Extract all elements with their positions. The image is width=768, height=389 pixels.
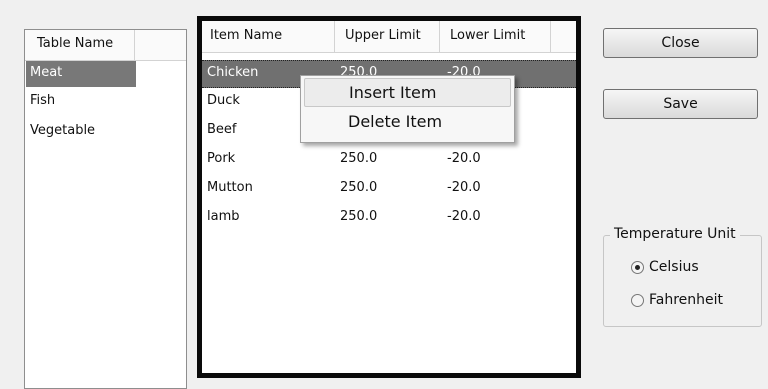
list-item-vegetable[interactable]: Vegetable — [26, 119, 136, 145]
upper-limit-column-header[interactable]: Upper Limit — [335, 21, 440, 52]
lower-limit-column-header[interactable]: Lower Limit — [440, 21, 551, 52]
items-table-header: Item Name Upper Limit Lower Limit — [202, 21, 576, 53]
upper-limit-cell: 250.0 — [340, 180, 378, 195]
item-name-cell: Mutton — [207, 180, 253, 195]
lower-limit-cell: -20.0 — [447, 180, 481, 195]
table-row[interactable]: Pork 250.0 -20.0 — [202, 147, 576, 175]
temperature-unit-title: Temperature Unit — [610, 226, 740, 242]
item-name-cell: Pork — [207, 151, 236, 166]
table-row[interactable]: lamb 250.0 -20.0 — [202, 205, 576, 233]
items-table[interactable]: Item Name Upper Limit Lower Limit Chicke… — [197, 16, 581, 378]
item-name-column-header[interactable]: Item Name — [202, 21, 335, 52]
context-menu: Insert Item Delete Item — [300, 75, 515, 143]
radio-unchecked-icon[interactable] — [631, 294, 644, 307]
table-name-column-header[interactable]: Table Name — [25, 30, 135, 60]
table-name-list[interactable]: Table Name Meat Fish Vegetable — [24, 29, 187, 389]
lower-limit-cell: -20.0 — [447, 151, 481, 166]
upper-limit-cell: 250.0 — [340, 209, 378, 224]
list-header: Table Name — [25, 30, 186, 61]
delete-item-menu-item[interactable]: Delete Item — [304, 108, 511, 137]
save-button[interactable]: Save — [603, 89, 758, 119]
table-row[interactable]: Mutton 250.0 -20.0 — [202, 176, 576, 204]
celsius-label: Celsius — [649, 259, 699, 275]
insert-item-menu-item[interactable]: Insert Item — [304, 78, 511, 107]
upper-limit-cell: 250.0 — [340, 151, 378, 166]
lower-limit-cell: -20.0 — [447, 209, 481, 224]
item-name-cell: Duck — [207, 93, 240, 108]
list-item-fish[interactable]: Fish — [26, 89, 136, 115]
fahrenheit-label: Fahrenheit — [649, 292, 724, 308]
close-button[interactable]: Close — [603, 28, 758, 58]
item-name-cell: Beef — [207, 122, 237, 137]
item-name-cell: Chicken — [207, 65, 259, 80]
radio-checked-icon[interactable] — [631, 261, 644, 274]
item-name-cell: lamb — [207, 209, 240, 224]
list-item-meat[interactable]: Meat — [26, 61, 136, 87]
temperature-unit-group — [603, 235, 762, 327]
